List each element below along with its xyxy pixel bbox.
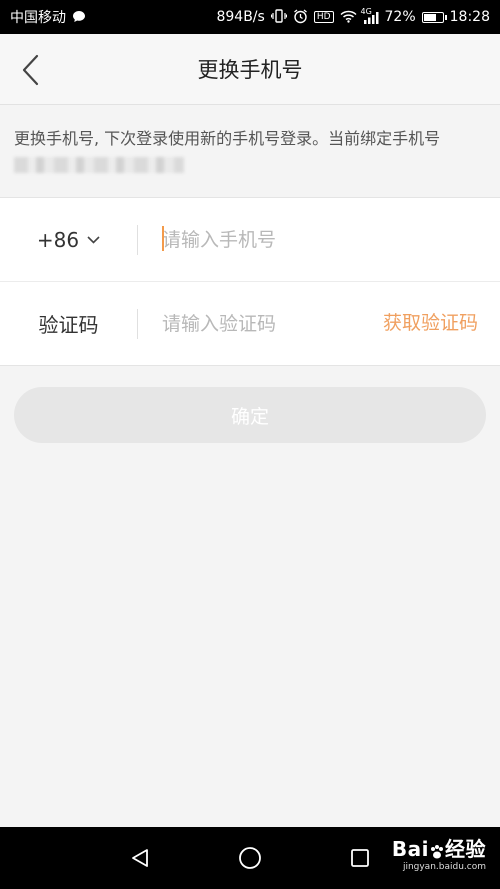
wifi-icon: [340, 10, 357, 25]
chevron-down-icon: [87, 235, 100, 244]
paw-icon: [429, 843, 445, 859]
system-recents-button[interactable]: [346, 844, 374, 872]
nav-header: 更换手机号: [0, 34, 500, 105]
baidu-watermark: Bai 经验 jingyan.baidu.com: [392, 839, 486, 872]
page-title: 更换手机号: [197, 58, 303, 82]
watermark-url: jingyan.baidu.com: [402, 862, 486, 872]
clock-time: 18:28: [449, 9, 490, 25]
text-cursor: [162, 226, 164, 251]
code-row: 验证码 获取验证码: [0, 281, 500, 365]
get-code-button[interactable]: 获取验证码: [383, 308, 478, 335]
vibrate-icon: [270, 9, 287, 25]
network-speed: 894B/s: [216, 9, 265, 25]
recents-square-icon: [351, 849, 369, 867]
masked-phone-number: [14, 156, 184, 173]
battery-icon: [421, 11, 447, 23]
hd-icon: HD: [313, 11, 334, 23]
code-label: 验证码: [0, 308, 138, 339]
phone-row: +86: [0, 198, 500, 281]
description-message: 更换手机号, 下次登录使用新的手机号登录。当前绑定手机号: [14, 129, 441, 148]
chevron-left-icon: [22, 54, 39, 86]
chat-bubble-icon: [72, 10, 86, 25]
back-button[interactable]: [10, 50, 50, 90]
system-nav-bar: Bai 经验 jingyan.baidu.com: [0, 827, 500, 889]
watermark-brand-name: Bai: [391, 837, 429, 861]
country-code-selector[interactable]: +86: [0, 224, 138, 255]
home-circle-icon: [239, 847, 261, 869]
status-bar-right: 894B/s HD 4G 72% 18:28: [216, 7, 490, 26]
battery-fill: [423, 13, 436, 21]
system-home-button[interactable]: [236, 844, 264, 872]
battery-percent: 72%: [384, 9, 416, 25]
alarm-icon: [293, 8, 308, 26]
signal-icon: 4G: [361, 7, 379, 24]
description-text: 更换手机号, 下次登录使用新的手机号登录。当前绑定手机号: [14, 126, 486, 176]
phone-form: +86 验证码 获取验证码: [0, 197, 500, 366]
phone-input[interactable]: [138, 219, 500, 260]
back-triangle-icon: [132, 849, 148, 867]
status-bar: 中国移动 894B/s HD 4G 72% 18:28: [0, 0, 500, 34]
signal-label: 4G: [360, 6, 372, 16]
watermark-brand-suffix: 经验: [445, 837, 486, 861]
watermark-brand: Bai 经验: [392, 839, 486, 859]
country-code-value: +86: [36, 227, 80, 252]
carrier-name: 中国移动: [10, 10, 66, 26]
status-bar-left: 中国移动: [10, 7, 86, 27]
confirm-button[interactable]: 确定: [14, 387, 486, 443]
system-back-button[interactable]: [126, 844, 154, 872]
